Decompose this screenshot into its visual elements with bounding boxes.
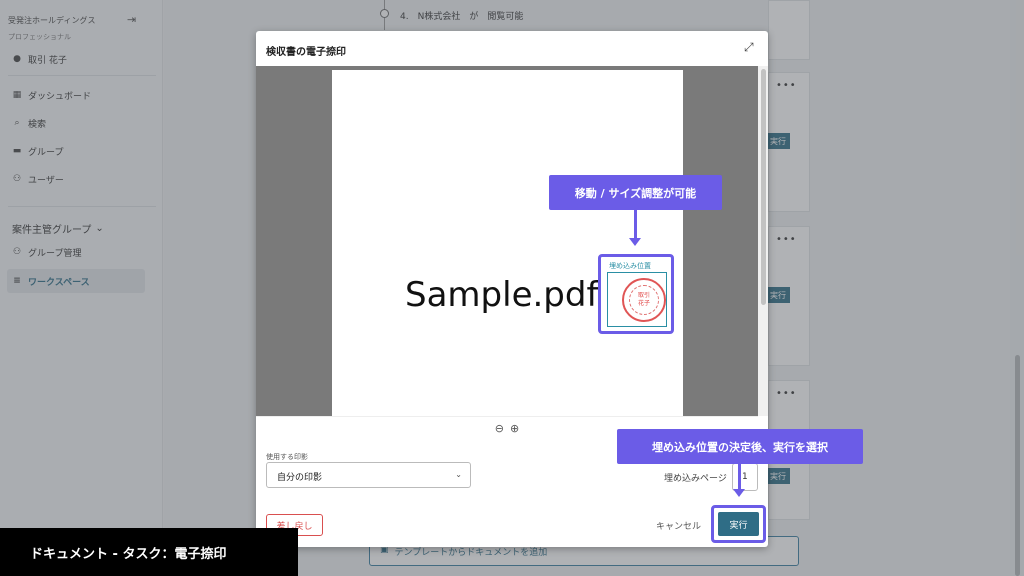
document-text: Sample.pdf bbox=[405, 275, 599, 315]
seal-name-top: 取引 bbox=[637, 292, 650, 299]
embed-page-input[interactable]: 1 bbox=[732, 463, 758, 491]
expand-icon[interactable]: ⤢ bbox=[744, 40, 754, 55]
caption-banner: ドキュメント - タスク：電子捺印 bbox=[0, 528, 298, 576]
pdf-viewer: Sample.pdf bbox=[256, 66, 758, 416]
seal-select-value: 自分の印影 bbox=[277, 473, 323, 483]
run-button[interactable]: 実行 bbox=[718, 512, 759, 536]
stamp-placement-box[interactable]: 埋め込み位置 取引 花子 bbox=[598, 254, 674, 334]
zoom-out-icon[interactable]: ⊖ bbox=[495, 422, 504, 435]
seal-label: 使用する印影 bbox=[266, 453, 308, 461]
viewer-scroll-thumb[interactable] bbox=[761, 69, 766, 305]
cancel-button[interactable]: キャンセル bbox=[656, 519, 701, 532]
stamp-modal: 検収書の電子捺印 ⤢ Sample.pdf ⊖ ⊕ 使用する印影 自分の印影 ⌄… bbox=[256, 31, 768, 547]
seal-select[interactable]: 自分の印影 ⌄ bbox=[266, 462, 471, 488]
callout-arrow-head bbox=[733, 489, 745, 497]
chevron-down-icon: ⌄ bbox=[455, 470, 462, 479]
seal-name: 取引 花子 bbox=[629, 285, 659, 315]
embed-page-label: 埋め込みページ bbox=[664, 474, 727, 484]
callout-arrow-head bbox=[629, 238, 641, 246]
modal-title: 検収書の電子捺印 bbox=[266, 47, 346, 58]
seal-stamp-icon: 取引 花子 bbox=[622, 278, 666, 322]
callout-move: 移動 / サイズ調整が可能 bbox=[549, 175, 722, 210]
callout-arrow bbox=[738, 464, 741, 490]
callout-arrow bbox=[634, 210, 637, 239]
run-button-highlight: 実行 bbox=[711, 505, 766, 543]
seal-name-bottom: 花子 bbox=[637, 300, 650, 307]
stamp-frame[interactable]: 取引 花子 bbox=[607, 272, 667, 327]
stamp-position-label: 埋め込み位置 bbox=[609, 262, 651, 270]
zoom-in-icon[interactable]: ⊕ bbox=[510, 422, 519, 435]
callout-run: 埋め込み位置の決定後、実行を選択 bbox=[617, 429, 863, 464]
